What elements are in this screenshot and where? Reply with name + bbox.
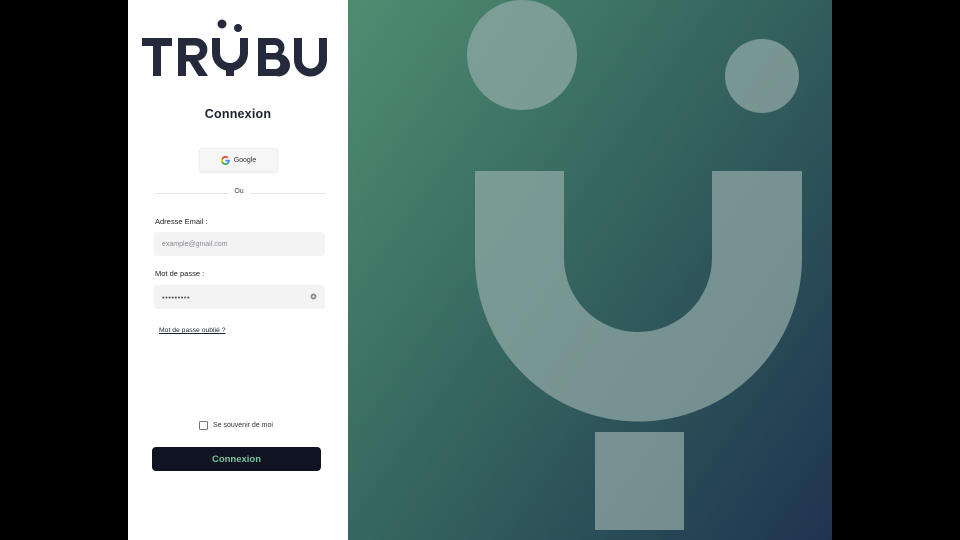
email-field[interactable]: example@gmail.com	[154, 232, 325, 256]
trybu-logo	[142, 19, 327, 77]
eye-icon[interactable]	[310, 293, 317, 300]
google-g-icon	[220, 155, 230, 165]
remember-me-row[interactable]: Se souvenir de moi	[199, 421, 273, 430]
trybu-smile-logo-mark	[467, 0, 802, 530]
remember-me-label: Se souvenir de moi	[213, 422, 273, 429]
hero-panel	[348, 0, 832, 540]
google-button-label: Google	[233, 156, 257, 164]
page-title: Connexion	[204, 107, 272, 121]
login-panel: Connexion Google Ou Adresse Email : exam…	[128, 0, 348, 540]
password-value: •••••••••	[162, 292, 191, 302]
password-field[interactable]: •••••••••	[154, 285, 325, 309]
password-label: Mot de passe :	[155, 269, 205, 278]
google-signin-button[interactable]: Google	[199, 148, 278, 172]
remember-me-checkbox[interactable]	[199, 421, 208, 430]
email-placeholder: example@gmail.com	[162, 240, 228, 248]
login-submit-label: Connexion	[211, 453, 262, 465]
forgot-password-link[interactable]: Mot de passe oublié ?	[159, 327, 226, 334]
divider-line-right	[250, 193, 326, 194]
email-label: Adresse Email :	[155, 217, 208, 226]
login-submit-button[interactable]: Connexion	[152, 447, 321, 471]
